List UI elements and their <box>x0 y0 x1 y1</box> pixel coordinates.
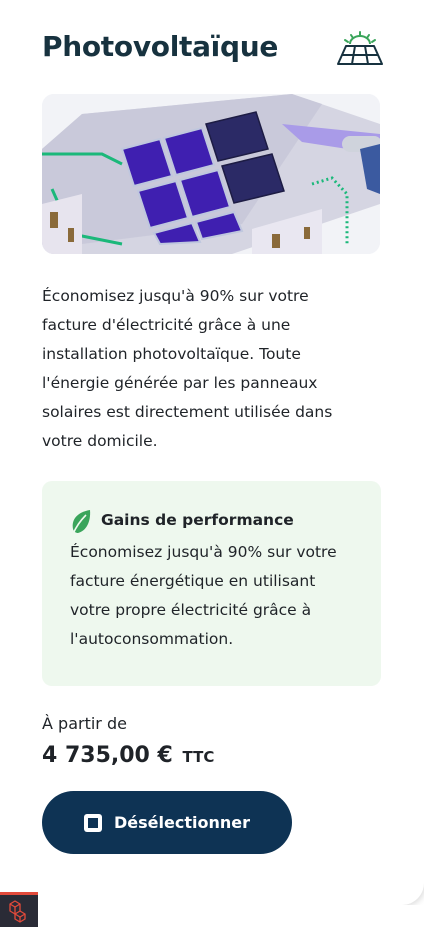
performance-panel: Gains de performance Économisez jusqu'à … <box>42 481 381 686</box>
price-tax-suffix: TTC <box>182 748 215 766</box>
price: 4 735,00 € TTC <box>42 743 214 768</box>
page-bottom-strip <box>38 905 424 927</box>
price-label: À partir de <box>42 714 127 733</box>
debug-toolbar-toggle[interactable] <box>0 892 38 927</box>
performance-title: Gains de performance <box>101 511 294 529</box>
leaf-icon <box>72 510 91 535</box>
product-title: Photovoltaïque <box>42 30 279 63</box>
product-card: Photovoltaïque Économisez jusqu'à 90% su… <box>0 0 424 905</box>
deselect-button[interactable]: Désélectionner <box>42 791 292 854</box>
cube-logo-icon <box>9 900 26 923</box>
performance-text: Économisez jusqu'à 90% sur votre facture… <box>70 543 337 648</box>
solar-installation-illustration <box>42 94 380 254</box>
price-amount: 4 735,00 € <box>42 743 173 768</box>
deselect-button-label: Désélectionner <box>114 813 250 832</box>
checkbox-selected-icon <box>84 813 102 832</box>
solar-panel-icon <box>337 31 383 65</box>
product-description: Économisez jusqu'à 90% sur votre facture… <box>42 287 333 450</box>
